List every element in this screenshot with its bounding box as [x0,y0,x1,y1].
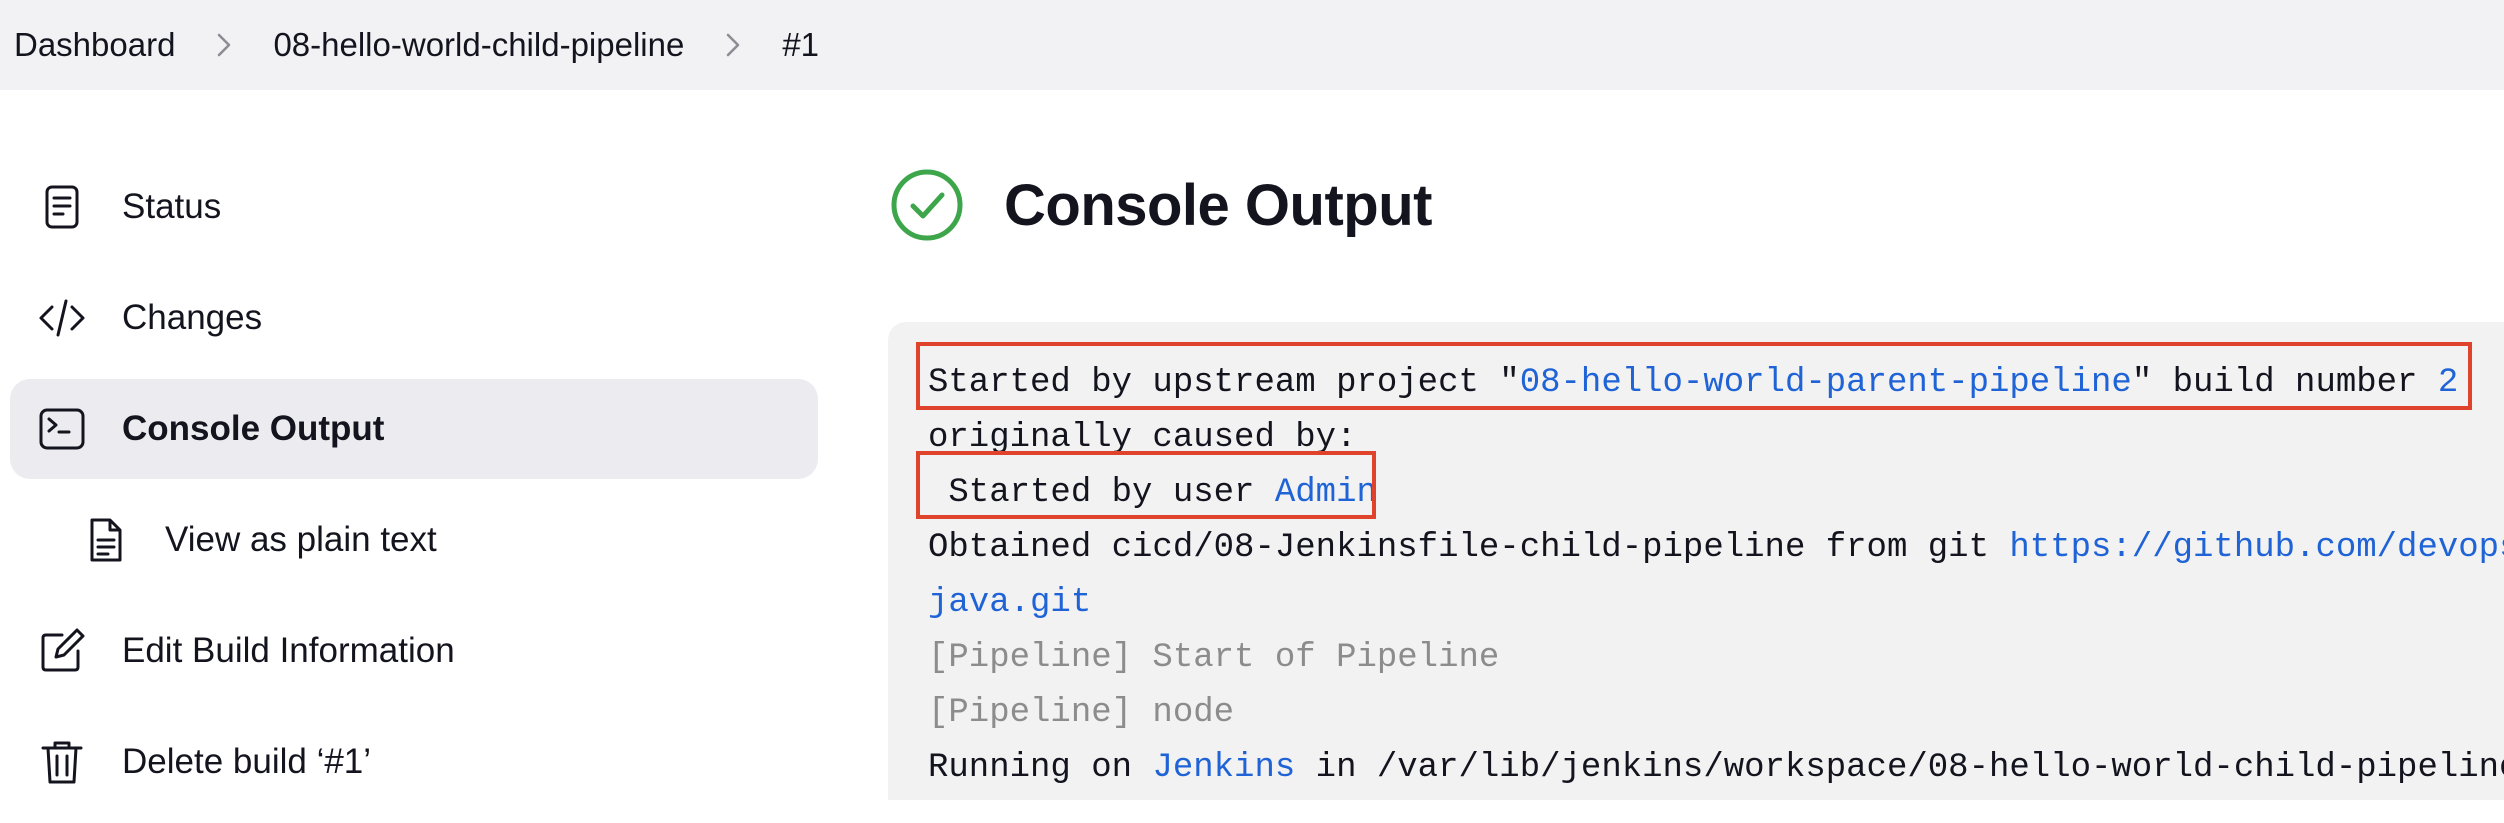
sidebar: Status Changes Console Output View as pl… [10,157,818,823]
terminal-icon [38,405,86,453]
upstream-project-link[interactable]: 08-hello-world-parent-pipeline [1520,364,2132,402]
console-line: [Pipeline] node [928,694,1235,732]
console-line: originally caused by: [928,419,1357,457]
sidebar-item-edit-build-information[interactable]: Edit Build Information [10,601,818,701]
console-line: Obtained cicd/08-Jenkinsfile-child-pipel… [928,521,2504,576]
breadcrumb-bar: Dashboard 08-hello-world-child-pipeline … [0,0,2504,90]
build-number-link[interactable]: 2 [2438,364,2458,402]
console-line: Running on Jenkins in /var/lib/jenkins/w… [928,741,2504,796]
sidebar-item-label: View as plain text [165,520,437,559]
code-icon [38,294,86,342]
breadcrumb-dashboard[interactable]: Dashboard [14,26,175,64]
sidebar-item-changes[interactable]: Changes [10,268,818,368]
trash-icon [38,738,86,786]
chevron-right-icon [722,30,744,60]
console-output-panel: Started by upstream project "08-hello-wo… [888,322,2504,800]
document-icon [38,183,86,231]
sidebar-item-view-plain-text[interactable]: View as plain text [10,490,818,590]
console-text: Started by user [928,474,1275,512]
sidebar-item-label: Delete build ‘#1’ [122,742,372,781]
console-text: Obtained cicd/08-Jenkinsfile-child-pipel… [928,529,2010,567]
git-repo-link[interactable]: https://github.com/devopsp [2009,529,2504,567]
user-admin-link[interactable]: Admin [1275,474,1377,512]
sidebar-item-status[interactable]: Status [10,157,818,257]
console-line: Started by user Admin [928,466,2504,521]
breadcrumb-job[interactable]: 08-hello-world-child-pipeline [273,26,684,64]
console-line: java.git [928,576,2504,631]
edit-icon [38,627,86,675]
sidebar-item-label: Edit Build Information [122,631,455,670]
page-header: Console Output [890,168,1432,242]
breadcrumb-build[interactable]: #1 [782,26,819,64]
chevron-right-icon [213,30,235,60]
node-jenkins-link[interactable]: Jenkins [1152,749,1295,787]
sidebar-item-label: Console Output [122,409,385,448]
console-text: Running on [928,749,1153,787]
git-repo-link-continued[interactable]: java.git [928,584,1091,622]
sidebar-item-console-output[interactable]: Console Output [10,379,818,479]
sidebar-item-label: Status [122,187,222,226]
file-text-icon [82,516,130,564]
success-check-icon [890,168,964,242]
console-text: Started by upstream project " [928,364,1520,402]
console-line: [Pipeline] Start of Pipeline [928,639,1500,677]
sidebar-item-delete-build[interactable]: Delete build ‘#1’ [10,712,818,812]
sidebar-item-label: Changes [122,298,263,337]
page-title: Console Output [1004,172,1432,238]
console-text: in /var/lib/jenkins/workspace/08-hello-w… [1295,749,2504,787]
console-line: Started by upstream project "08-hello-wo… [928,356,2504,411]
console-text: " build number [2131,364,2438,402]
